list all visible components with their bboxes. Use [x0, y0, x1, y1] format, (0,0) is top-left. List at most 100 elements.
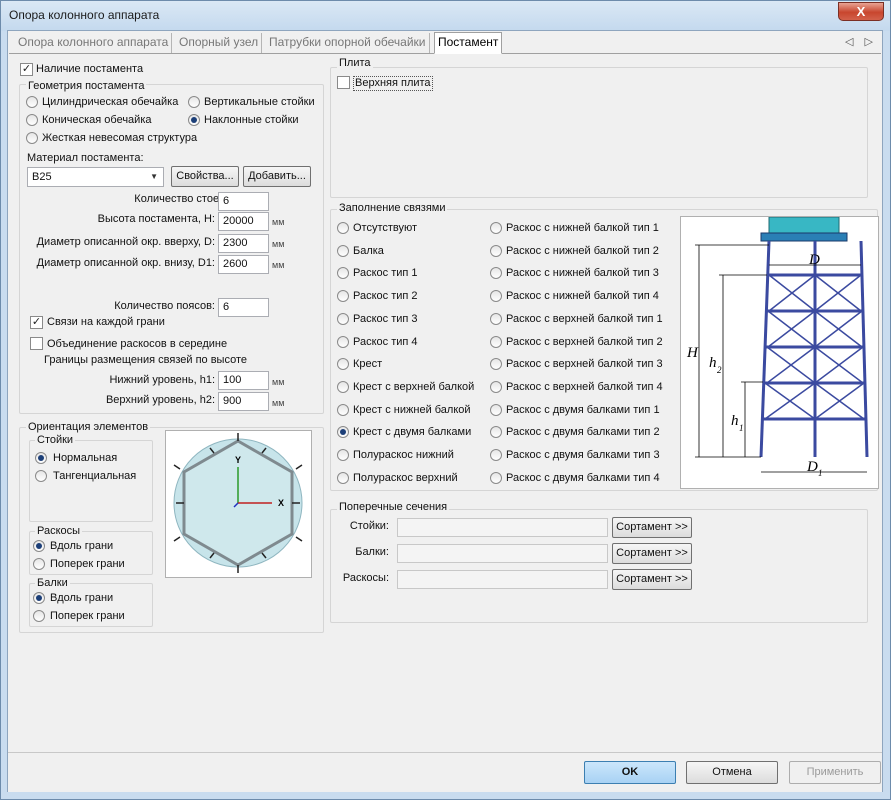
- radio-inclined-posts[interactable]: [188, 114, 200, 126]
- material-select[interactable]: B25 ▼: [27, 167, 164, 187]
- radio-bracing-col1-3[interactable]: [337, 290, 349, 302]
- label-bracing-col2-10: Раскос с двумя балками тип 3: [506, 449, 660, 461]
- top-diameter-input[interactable]: 2300: [218, 234, 269, 253]
- label-bracing-col1-7: Крест с верхней балкой: [353, 381, 475, 393]
- each-face-checkbox[interactable]: ✓: [30, 316, 43, 329]
- radio-conical-shell[interactable]: [26, 114, 38, 126]
- radio-bracing-col1-11[interactable]: [337, 472, 349, 484]
- section-braces-field[interactable]: [397, 570, 608, 589]
- apply-button[interactable]: Применить: [789, 761, 881, 784]
- label-bracing-col1-6: Крест: [353, 358, 383, 370]
- radio-bracing-col1-7[interactable]: [337, 381, 349, 393]
- belts-label: Количество поясов:: [114, 300, 215, 312]
- label-bracing-col1-1: Балка: [353, 245, 384, 257]
- dim-h1-label: h: [731, 413, 739, 429]
- label-conical-shell: Коническая обечайка: [42, 114, 152, 126]
- radio-bracing-col1-6[interactable]: [337, 358, 349, 370]
- radio-vertical-posts[interactable]: [188, 96, 200, 108]
- label-cylindrical-shell: Цилиндрическая обечайка: [42, 96, 179, 108]
- height-input[interactable]: 20000: [218, 212, 269, 231]
- radio-bracing-col2-10[interactable]: [490, 449, 502, 461]
- dim-D-label: D: [808, 252, 820, 268]
- plate-title: Плита: [337, 57, 373, 69]
- radio-bracing-col1-1[interactable]: [337, 245, 349, 257]
- label-bracing-col2-3: Раскос с нижней балкой тип 4: [506, 290, 659, 302]
- tower-svg: D H h 2 h 1 D 1: [686, 216, 869, 478]
- section-beams-field[interactable]: [397, 544, 608, 563]
- merge-braces-checkbox[interactable]: [30, 337, 43, 350]
- radio-bracing-col2-4[interactable]: [490, 313, 502, 325]
- each-face-label: Связи на каждой грани: [47, 316, 165, 328]
- label-bracing-col2-2: Раскос с нижней балкой тип 3: [506, 267, 659, 279]
- bottom-diameter-input[interactable]: 2600: [218, 255, 269, 274]
- dim-h1-subscript: 1: [739, 423, 744, 433]
- tab-column-support[interactable]: Опора колонного аппарата: [15, 33, 173, 53]
- radio-bracing-col2-3[interactable]: [490, 290, 502, 302]
- label-bracing-col1-4: Раскос тип 3: [353, 313, 418, 325]
- section-posts-field[interactable]: [397, 518, 608, 537]
- radio-bracing-col2-2[interactable]: [490, 267, 502, 279]
- radio-bracing-col2-6[interactable]: [490, 358, 502, 370]
- has-pedestal-checkbox[interactable]: ✓: [20, 63, 33, 76]
- material-label: Материал постамента:: [27, 152, 144, 164]
- top-diameter-label: Диаметр описанной окр. вверху, D:: [36, 236, 215, 248]
- label-beams-along: Вдоль грани: [50, 592, 114, 604]
- title-bar[interactable]: Опора колонного аппарата X: [1, 1, 890, 31]
- material-value: B25: [32, 171, 52, 183]
- radio-bracing-col1-2[interactable]: [337, 267, 349, 279]
- radio-bracing-col2-8[interactable]: [490, 404, 502, 416]
- close-button[interactable]: X: [838, 2, 884, 21]
- radio-bracing-col1-10[interactable]: [337, 449, 349, 461]
- tab-scroll-arrows[interactable]: ◁ ▷: [845, 35, 877, 48]
- radio-cylindrical-shell[interactable]: [26, 96, 38, 108]
- label-bracing-col1-3: Раскос тип 2: [353, 290, 418, 302]
- section-braces-label: Раскосы:: [342, 572, 389, 584]
- height-label: Высота постамента, H:: [97, 213, 215, 225]
- radio-bracing-col2-0[interactable]: [490, 222, 502, 234]
- label-braces-along: Вдоль грани: [50, 540, 114, 552]
- label-bracing-col2-6: Раскос с верхней балкой тип 3: [506, 358, 663, 370]
- lower-level-input[interactable]: 100: [218, 371, 269, 390]
- section-posts-button[interactable]: Сортамент >>: [612, 517, 692, 538]
- radio-braces-along[interactable]: [33, 540, 45, 552]
- label-bracing-col1-5: Раскос тип 4: [353, 336, 418, 348]
- label-bracing-col2-7: Раскос с верхней балкой тип 4: [506, 381, 663, 393]
- label-bracing-col1-0: Отсутствуют: [353, 222, 418, 234]
- radio-bracing-col2-7[interactable]: [490, 381, 502, 393]
- radio-bracing-col1-4[interactable]: [337, 313, 349, 325]
- merge-braces-label: Объединение раскосов в середине: [47, 338, 228, 350]
- radio-bracing-col1-9[interactable]: [337, 426, 349, 438]
- radio-posts-normal[interactable]: [35, 452, 47, 464]
- radio-braces-across[interactable]: [33, 558, 45, 570]
- tab-pedestal[interactable]: Постамент: [434, 32, 503, 54]
- posts-count-input[interactable]: 6: [218, 192, 269, 211]
- tab-support-node[interactable]: Опорный узел: [176, 33, 263, 53]
- geometry-title: Геометрия постамента: [26, 80, 147, 92]
- top-platform: [760, 232, 848, 242]
- add-material-button[interactable]: Добавить...: [243, 166, 311, 187]
- radio-bracing-col2-11[interactable]: [490, 472, 502, 484]
- radio-bracing-col2-5[interactable]: [490, 336, 502, 348]
- properties-button[interactable]: Свойства...: [171, 166, 239, 187]
- radio-bracing-col1-8[interactable]: [337, 404, 349, 416]
- radio-bracing-col2-9[interactable]: [490, 426, 502, 438]
- cancel-button[interactable]: Отмена: [686, 761, 778, 784]
- label-rigid-structure: Жесткая невесомая структура: [42, 132, 198, 144]
- radio-beams-across[interactable]: [33, 610, 45, 622]
- upper-level-input[interactable]: 900: [218, 392, 269, 411]
- section-braces-button[interactable]: Сортамент >>: [612, 569, 692, 590]
- ok-button[interactable]: OK: [584, 761, 676, 784]
- radio-bracing-col1-0[interactable]: [337, 222, 349, 234]
- top-plate-checkbox[interactable]: [337, 76, 350, 89]
- label-vertical-posts: Вертикальные стойки: [204, 96, 315, 108]
- radio-rigid-structure[interactable]: [26, 132, 38, 144]
- belts-input[interactable]: 6: [218, 298, 269, 317]
- tab-support-nozzles[interactable]: Патрубки опорной обечайки: [266, 33, 430, 53]
- label-bracing-col2-11: Раскос с двумя балками тип 4: [506, 472, 660, 484]
- radio-beams-along[interactable]: [33, 592, 45, 604]
- radio-bracing-col1-5[interactable]: [337, 336, 349, 348]
- lower-level-unit: мм: [272, 377, 285, 387]
- radio-bracing-col2-1[interactable]: [490, 245, 502, 257]
- radio-posts-tangential[interactable]: [35, 470, 47, 482]
- section-beams-button[interactable]: Сортамент >>: [612, 543, 692, 564]
